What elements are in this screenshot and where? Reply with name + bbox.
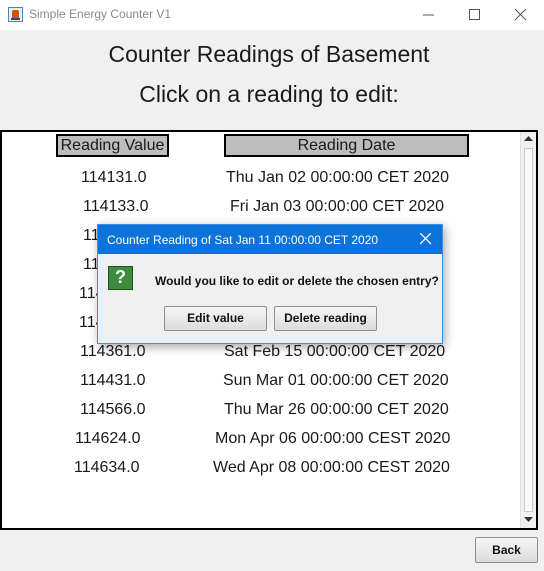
- column-header-reading-value: Reading Value: [56, 134, 169, 157]
- scroll-up-button[interactable]: [521, 132, 536, 147]
- cell-reading-date[interactable]: Sat Feb 15 00:00:00 CET 2020: [224, 343, 445, 361]
- minimize-button[interactable]: [406, 0, 452, 30]
- cell-reading-date[interactable]: Fri Jan 03 00:00:00 CET 2020: [230, 198, 444, 216]
- maximize-icon: [469, 9, 480, 20]
- maximize-button[interactable]: [452, 0, 498, 30]
- cell-reading-value[interactable]: 114566.0: [80, 401, 146, 419]
- back-button[interactable]: Back: [475, 537, 538, 563]
- dialog-close-button[interactable]: [410, 225, 442, 254]
- scrollbar-track[interactable]: [524, 148, 533, 512]
- cell-reading-value[interactable]: 114131.0: [81, 169, 147, 187]
- cell-reading-value[interactable]: 114361.0: [80, 343, 146, 361]
- cell-reading-date[interactable]: Sun Mar 01 00:00:00 CET 2020: [223, 372, 449, 390]
- cell-reading-date[interactable]: Mon Apr 06 00:00:00 CEST 2020: [215, 430, 450, 448]
- cell-reading-value[interactable]: 114133.0: [83, 198, 149, 216]
- close-icon: [420, 233, 432, 245]
- cell-reading-value[interactable]: 114431.0: [80, 372, 146, 390]
- edit-value-button[interactable]: Edit value: [164, 306, 267, 331]
- window-title: Simple Energy Counter V1: [29, 7, 172, 21]
- cell-reading-value[interactable]: 114624.0: [75, 430, 141, 448]
- edit-delete-dialog[interactable]: Counter Reading of Sat Jan 11 00:00:00 C…: [97, 224, 443, 344]
- cell-reading-date[interactable]: Wed Apr 08 00:00:00 CEST 2020: [213, 459, 450, 477]
- cell-reading-value[interactable]: 114634.0: [74, 459, 140, 477]
- dialog-message: Would you like to edit or delete the cho…: [155, 274, 439, 288]
- scroll-down-button[interactable]: [521, 513, 536, 528]
- close-button[interactable]: [498, 0, 544, 30]
- window-title-bar[interactable]: Simple Energy Counter V1: [0, 0, 544, 30]
- arrow-up-icon: [524, 136, 533, 141]
- delete-reading-button[interactable]: Delete reading: [274, 306, 377, 331]
- column-header-reading-date: Reading Date: [224, 134, 469, 157]
- cell-reading-date[interactable]: Thu Jan 02 00:00:00 CET 2020: [226, 169, 449, 187]
- dialog-title-bar[interactable]: Counter Reading of Sat Jan 11 00:00:00 C…: [98, 225, 442, 254]
- java-app-icon: [8, 7, 23, 22]
- arrow-down-icon: [524, 517, 533, 522]
- dialog-title: Counter Reading of Sat Jan 11 00:00:00 C…: [107, 233, 379, 247]
- close-icon: [515, 9, 527, 21]
- page-title: Counter Readings of Basement: [108, 41, 430, 67]
- minimize-icon: [423, 14, 434, 16]
- question-icon: ?: [108, 266, 133, 290]
- vertical-scrollbar[interactable]: [520, 132, 536, 528]
- page-subtitle: Click on a reading to edit:: [139, 81, 399, 107]
- cell-reading-date[interactable]: Thu Mar 26 00:00:00 CET 2020: [224, 401, 449, 419]
